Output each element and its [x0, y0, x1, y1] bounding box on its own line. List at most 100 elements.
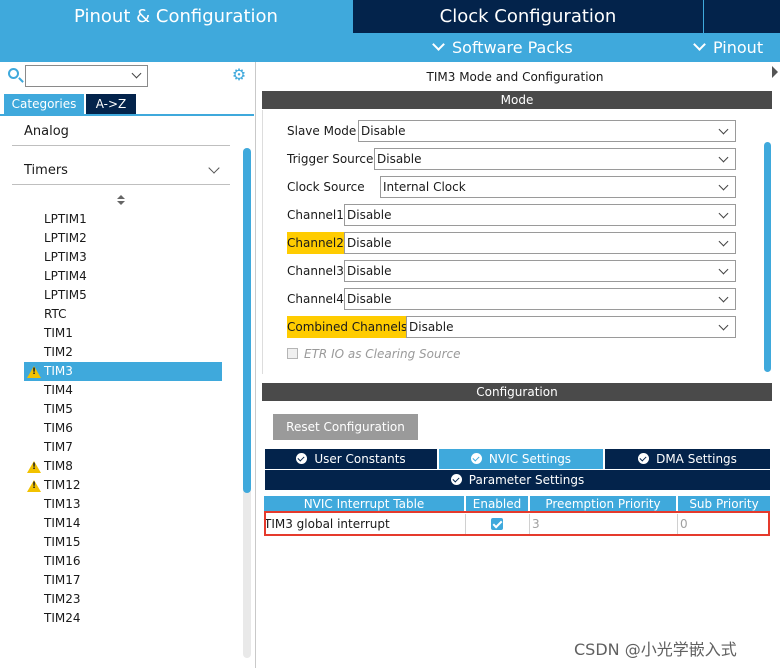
channel2-value: Disable: [347, 236, 392, 250]
pinout-label: Pinout: [713, 38, 764, 57]
timer-item-label: TIM3: [44, 364, 73, 378]
mode-panel: Slave Mode Disable Trigger Source Disabl…: [262, 110, 772, 374]
timer-item-label: RTC: [44, 307, 67, 321]
warning-icon: [27, 366, 41, 378]
channel4-value: Disable: [347, 292, 392, 306]
channel3-select[interactable]: Disable: [344, 260, 736, 282]
timer-item-label: TIM5: [44, 402, 73, 416]
timer-item-label: LPTIM1: [44, 212, 87, 226]
slave-mode-select[interactable]: Disable: [358, 120, 736, 142]
configuration-section-header[interactable]: Configuration: [262, 383, 772, 401]
combined-channels-select[interactable]: Disable: [406, 316, 736, 338]
timer-item[interactable]: LPTIM3: [24, 248, 222, 267]
timer-item[interactable]: LPTIM2: [24, 229, 222, 248]
timer-item[interactable]: TIM2: [24, 343, 222, 362]
channel1-label: Channel1: [287, 208, 344, 222]
timer-item-label: TIM12: [44, 478, 81, 492]
software-packs-label: Software Packs: [452, 38, 573, 57]
trigger-source-select[interactable]: Disable: [374, 148, 736, 170]
slave-mode-value: Disable: [361, 124, 406, 138]
tab-clock-configuration[interactable]: Clock Configuration: [353, 0, 703, 33]
column-header[interactable]: NVIC Interrupt Table: [264, 496, 464, 512]
channel4-select[interactable]: Disable: [344, 288, 736, 310]
left-panel: ⚙ Categories A->Z Analog Timers LPTIM1 LP…: [0, 62, 280, 668]
warning-icon: [27, 480, 41, 492]
check-circle-icon: [450, 474, 462, 485]
timer-item-label: TIM7: [44, 440, 73, 454]
timer-item[interactable]: TIM13: [24, 495, 222, 514]
scrollbar-thumb[interactable]: [243, 148, 251, 493]
timer-item[interactable]: TIM24: [24, 609, 222, 628]
group-timers[interactable]: Timers: [12, 157, 230, 185]
timer-item[interactable]: TIM4: [24, 381, 222, 400]
chevron-down-icon: [718, 292, 729, 303]
search-row: ⚙: [0, 62, 256, 92]
timer-item-label: TIM6: [44, 421, 73, 435]
tab-nvic-settings[interactable]: NVIC Settings: [439, 449, 603, 469]
tab-underline: [0, 114, 254, 116]
mode-section-header[interactable]: Mode: [262, 91, 772, 109]
channel2-select[interactable]: Disable: [344, 232, 736, 254]
software-packs-menu[interactable]: Software Packs: [432, 36, 573, 60]
timer-item-label: TIM2: [44, 345, 73, 359]
collapse-arrow-icon[interactable]: [772, 66, 778, 78]
tab-parameter-settings[interactable]: Parameter Settings: [265, 470, 770, 490]
search-input[interactable]: [25, 65, 148, 87]
timer-item[interactable]: LPTIM5: [24, 286, 222, 305]
channel2-label: Channel2: [287, 232, 344, 254]
tab-user-constants[interactable]: User Constants: [265, 449, 437, 469]
timer-item[interactable]: TIM12: [24, 476, 222, 495]
column-header[interactable]: Enabled: [466, 496, 528, 512]
channel1-value: Disable: [347, 208, 392, 222]
chevron-down-icon: [718, 264, 729, 275]
tab-categories[interactable]: Categories: [4, 94, 84, 114]
timer-item[interactable]: TIM23: [24, 590, 222, 609]
chevron-down-icon: [718, 124, 729, 135]
group-analog[interactable]: Analog: [12, 118, 280, 146]
tab-dma-settings[interactable]: DMA Settings: [605, 449, 770, 469]
timer-item[interactable]: LPTIM1: [24, 210, 222, 229]
gear-icon[interactable]: ⚙: [231, 67, 247, 83]
timer-item-label: LPTIM3: [44, 250, 87, 264]
chevron-down-icon[interactable]: [131, 68, 142, 79]
timer-item-label: TIM17: [44, 573, 81, 587]
reset-configuration-button[interactable]: Reset Configuration: [273, 414, 418, 440]
timer-item[interactable]: TIM6: [24, 419, 222, 438]
timer-item-label: TIM15: [44, 535, 81, 549]
channel3-label: Channel3: [287, 264, 344, 278]
search-icon[interactable]: [8, 68, 19, 79]
tab-pinout-configuration[interactable]: Pinout & Configuration: [0, 0, 352, 33]
trigger-source-value: Disable: [377, 152, 422, 166]
timer-item-label: LPTIM2: [44, 231, 87, 245]
timer-item[interactable]: TIM1: [24, 324, 222, 343]
timer-item[interactable]: TIM17: [24, 571, 222, 590]
column-header[interactable]: Sub Priority: [678, 496, 770, 512]
channel1-select[interactable]: Disable: [344, 204, 736, 226]
sort-icon[interactable]: [117, 195, 125, 207]
checkbox-icon[interactable]: [287, 348, 298, 359]
timer-item[interactable]: TIM16: [24, 552, 222, 571]
clock-source-select[interactable]: Internal Clock: [380, 176, 736, 198]
chevron-down-icon: [718, 152, 729, 163]
timer-item[interactable]: TIM14: [24, 514, 222, 533]
timer-item[interactable]: TIM15: [24, 533, 222, 552]
clock-source-value: Internal Clock: [383, 180, 466, 194]
timer-item[interactable]: LPTIM4: [24, 267, 222, 286]
timer-item[interactable]: TIM3: [24, 362, 222, 381]
check-circle-icon: [470, 453, 482, 464]
chevron-down-icon: [693, 38, 706, 51]
timer-item[interactable]: RTC: [24, 305, 222, 324]
mode-scrollbar[interactable]: [764, 142, 771, 372]
combined-channels-value: Disable: [409, 320, 454, 334]
timer-item[interactable]: TIM5: [24, 400, 222, 419]
page-title: TIM3 Mode and Configuration: [426, 70, 604, 84]
timer-item[interactable]: TIM8: [24, 457, 222, 476]
tab-a-z[interactable]: A->Z: [86, 94, 136, 114]
column-header[interactable]: Preemption Priority: [530, 496, 676, 512]
chevron-down-icon: [718, 208, 729, 219]
pinout-menu[interactable]: Pinout: [693, 36, 764, 60]
timer-item-label: TIM1: [44, 326, 73, 340]
timer-item[interactable]: TIM7: [24, 438, 222, 457]
etr-clearing-checkbox[interactable]: ETR IO as Clearing Source: [287, 346, 461, 362]
tab-next[interactable]: [704, 0, 780, 33]
